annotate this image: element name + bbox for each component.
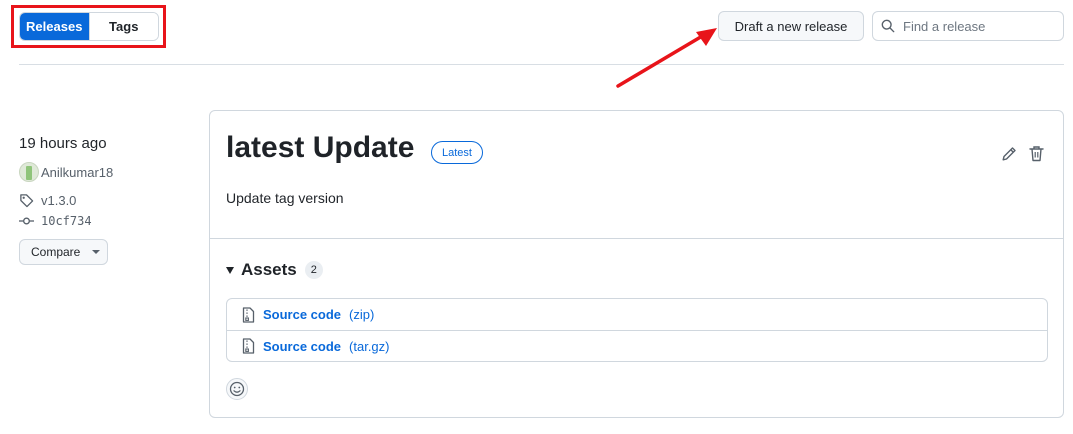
asset-row[interactable]: Source code (tar.gz) bbox=[227, 330, 1047, 361]
search-icon bbox=[881, 19, 895, 33]
release-commit[interactable]: 10cf734 bbox=[19, 214, 92, 228]
pencil-icon[interactable] bbox=[1001, 146, 1017, 162]
commit-icon bbox=[19, 217, 34, 225]
trash-icon[interactable] bbox=[1029, 145, 1044, 162]
assets-count-badge: 2 bbox=[304, 261, 323, 279]
compare-label: Compare bbox=[31, 245, 81, 259]
author-name[interactable]: Anilkumar18 bbox=[41, 165, 113, 180]
releases-tags-toggle: Releases Tags bbox=[19, 12, 159, 41]
release-author[interactable]: Anilkumar18 bbox=[19, 162, 113, 182]
tab-tags[interactable]: Tags bbox=[88, 13, 158, 40]
smiley-icon bbox=[229, 381, 245, 397]
release-tag[interactable]: v1.3.0 bbox=[19, 193, 76, 208]
commit-sha[interactable]: 10cf734 bbox=[41, 214, 92, 228]
asset-name[interactable]: Source code bbox=[263, 307, 341, 322]
search-input[interactable] bbox=[903, 18, 1053, 34]
avatar[interactable] bbox=[19, 162, 39, 182]
asset-list: Source code (zip) Source code (tar.gz) bbox=[226, 298, 1048, 362]
file-zip-icon bbox=[242, 306, 255, 323]
asset-row[interactable]: Source code (zip) bbox=[227, 299, 1047, 330]
caret-down-icon bbox=[92, 250, 101, 254]
release-body: Update tag version bbox=[226, 190, 344, 206]
asset-name[interactable]: Source code bbox=[263, 339, 341, 354]
assets-toggle[interactable]: Assets 2 bbox=[226, 260, 323, 280]
file-zip-icon bbox=[242, 338, 255, 354]
release-title[interactable]: latest Update bbox=[226, 131, 414, 165]
asset-format[interactable]: (tar.gz) bbox=[349, 339, 389, 354]
release-card: latest Update Latest Update tag version … bbox=[209, 110, 1064, 418]
compare-button[interactable]: Compare bbox=[19, 239, 108, 265]
asset-format[interactable]: (zip) bbox=[349, 307, 374, 322]
latest-badge: Latest bbox=[431, 141, 483, 164]
disclosure-triangle-icon bbox=[226, 266, 234, 274]
release-search[interactable] bbox=[872, 11, 1064, 41]
tab-releases[interactable]: Releases bbox=[20, 13, 89, 40]
release-time-ago: 19 hours ago bbox=[19, 135, 107, 152]
draft-new-release-button[interactable]: Draft a new release bbox=[718, 11, 864, 41]
header-divider bbox=[19, 64, 1064, 65]
card-divider bbox=[210, 238, 1063, 239]
annotation-arrow bbox=[616, 28, 717, 88]
assets-label: Assets bbox=[241, 260, 297, 279]
tag-icon bbox=[20, 194, 34, 208]
tag-label[interactable]: v1.3.0 bbox=[41, 193, 76, 208]
add-reaction-button[interactable] bbox=[226, 378, 248, 400]
